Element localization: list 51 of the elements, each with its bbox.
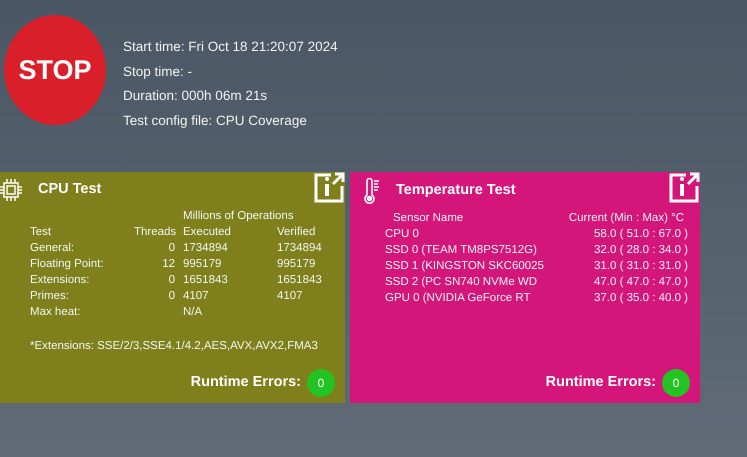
runtime-errors-label: Runtime Errors: (546, 373, 656, 392)
info-line: Start time: Fri Oct 18 21:20:07 2024 (123, 38, 338, 56)
table-cell-text: Floating Point: (30, 257, 105, 272)
thermometer-icon (364, 178, 380, 204)
column-header: Current (Min : Max) °C (568, 211, 685, 226)
column-header: Sensor Name (392, 211, 464, 226)
table-cell-text: General: (30, 241, 76, 256)
table-cell-text: 12 (161, 257, 176, 272)
column-group-header: Millions of Operations (183, 209, 295, 224)
table-cell-text: 995179 (277, 257, 316, 272)
table-cell-text: 37.0 ( 35.0 : 40.0 ) (593, 291, 688, 306)
table-cell-text: Primes: (30, 289, 70, 304)
table-cell-text: 47.0 ( 47.0 : 47.0 ) (593, 275, 688, 290)
table-cell-text: CPU 0 (385, 227, 420, 242)
panel-title: CPU Test (38, 180, 102, 200)
column-header: Executed (183, 225, 232, 240)
table-cell-text: N/A (183, 305, 204, 320)
table-cell-text: 32.0 ( 28.0 : 34.0 ) (593, 243, 688, 258)
table-cell-text: 1734894 (277, 241, 323, 256)
footnote: *Extensions: SSE/2/3,SSE4.1/4.2,AES,AVX,AVX2,FMA3 (30, 339, 319, 354)
info-line: Stop time: - (123, 62, 194, 81)
table-cell-text: 0 (168, 273, 176, 288)
chip-icon (0, 178, 22, 202)
table-cell-text: 4107 (277, 289, 304, 304)
panel-title: Temperature Test (396, 181, 516, 200)
table-cell-text: 0 (168, 241, 176, 256)
table-cell-text: SSD 1 (KINGSTON SKC60025 (385, 259, 545, 274)
table-cell-text: 995179 (183, 257, 222, 272)
stop-button[interactable]: STOP (4, 15, 106, 125)
info-line: Duration: 000h 06m 21s (123, 87, 268, 105)
error-count-badge: 0 (307, 369, 335, 397)
table-cell-text: 0 (168, 289, 176, 304)
column-header: Test (30, 225, 52, 240)
table-cell-text: 4107 (183, 289, 210, 304)
column-header: Verified (277, 225, 316, 240)
table-cell-text: Extensions: (30, 273, 90, 288)
column-header: Threads (134, 225, 178, 240)
info-icon[interactable] (313, 172, 345, 204)
table-cell-text: GPU 0 (NVIDIA GeForce RT (385, 291, 532, 306)
table-cell-text: SSD 2 (PC SN740 NVMe WD (385, 275, 538, 290)
table-cell-text: 1651843 (183, 273, 229, 288)
table-cell-text: SSD 0 (TEAM TM8PS7512G) (385, 243, 538, 258)
error-count-badge: 0 (662, 369, 690, 397)
info-line: Test config file: CPU Coverage (123, 112, 308, 130)
info-icon[interactable] (668, 172, 700, 204)
table-cell-text: 1734894 (183, 241, 229, 256)
table-cell-text: 1651843 (277, 273, 323, 288)
table-cell-text: Max heat: (30, 305, 82, 320)
table-cell-text: 31.0 ( 31.0 : 31.0 ) (593, 259, 688, 274)
runtime-errors-label: Runtime Errors: (190, 373, 301, 392)
table-cell-text: 58.0 ( 51.0 : 67.0 ) (593, 227, 688, 242)
